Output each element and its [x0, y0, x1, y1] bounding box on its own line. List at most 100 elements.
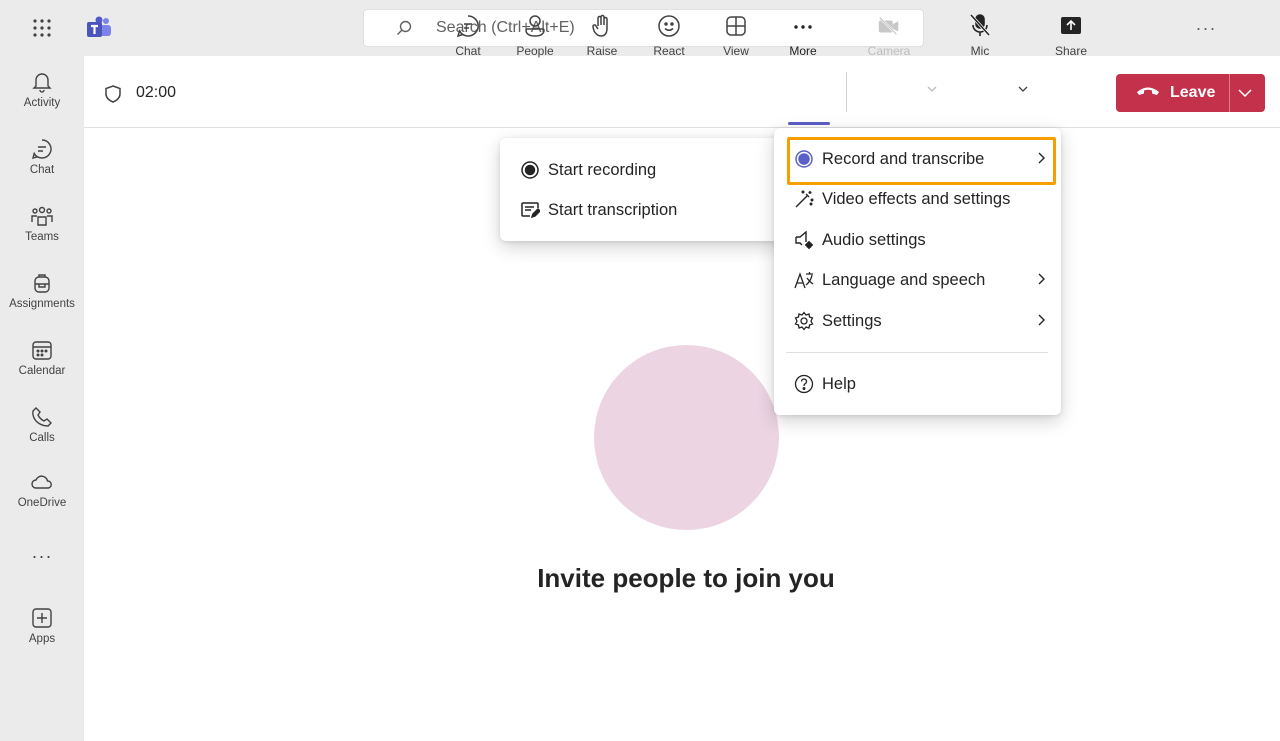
raise-hand-icon [590, 12, 614, 40]
mic-off-icon [968, 12, 992, 40]
menu-item-label: Audio settings [822, 230, 926, 249]
transcript-icon [520, 200, 540, 220]
leave-divider [1229, 74, 1230, 112]
menu-item-label: Start recording [548, 160, 657, 179]
leave-button-label: Leave [1170, 84, 1216, 101]
more-button[interactable]: More [775, 12, 831, 62]
chat-icon [30, 137, 54, 161]
settings-menu-item[interactable]: Settings [794, 301, 1061, 341]
menu-divider [786, 352, 1048, 353]
rail-item-label: Activity [23, 97, 61, 109]
mic-options-chevron-icon[interactable] [1017, 82, 1029, 100]
record-icon [794, 149, 814, 169]
camera-button[interactable]: Camera [861, 12, 917, 62]
record-and-transcribe-menu-item[interactable]: Record and transcribe [794, 139, 1061, 179]
rail-item-label: Calls [29, 432, 55, 444]
start-transcription-menu-item[interactable]: Start transcription [520, 190, 677, 230]
speaker-settings-icon [794, 230, 814, 250]
shield-icon [104, 84, 122, 109]
camera-options-chevron-icon[interactable] [926, 82, 938, 100]
help-icon [794, 374, 814, 394]
chat-icon [456, 12, 480, 40]
more-menu: Record and transcribe Video effects and … [774, 128, 1061, 415]
rail-item-onedrive[interactable]: OneDrive [0, 464, 84, 526]
help-menu-item[interactable]: Help [794, 364, 1061, 404]
menu-item-label: Language and speech [822, 270, 986, 289]
view-button-label: View [723, 44, 749, 58]
camera-button-label: Camera [867, 44, 911, 58]
language-icon [794, 270, 814, 290]
audio-settings-menu-item[interactable]: Audio settings [794, 220, 1061, 260]
rail-item-label: Apps [28, 633, 56, 645]
meeting-timer: 02:00 [136, 84, 177, 101]
start-recording-menu-item[interactable]: Start recording [520, 150, 656, 190]
leave-options-chevron-icon[interactable] [1236, 85, 1254, 106]
menu-item-label: Video effects and settings [822, 189, 1011, 208]
share-button-label: Share [1054, 44, 1088, 58]
raise-button-label: Raise [586, 44, 618, 58]
rail-item-label: Assignments [9, 298, 75, 310]
rail-item-chat[interactable]: Chat [0, 131, 84, 193]
app-launcher-icon[interactable] [28, 14, 56, 42]
language-and-speech-menu-item[interactable]: Language and speech [794, 260, 1061, 300]
rail-item-label: Teams [25, 231, 59, 243]
chevron-right-icon [1035, 151, 1047, 170]
react-button[interactable]: React [641, 12, 697, 62]
gear-icon [794, 311, 814, 331]
search-icon [396, 20, 412, 41]
raise-hand-button[interactable]: Raise [574, 12, 630, 62]
share-screen-icon [1059, 12, 1083, 40]
rail-item-apps[interactable]: Apps [0, 600, 84, 662]
leave-button[interactable]: Leave [1116, 74, 1265, 112]
chat-button[interactable]: Chat [440, 12, 496, 62]
people-button-label: People [516, 44, 554, 58]
chat-button-label: Chat [455, 44, 481, 58]
rail-item-label: Chat [29, 164, 55, 176]
rail-item-calls[interactable]: Calls [0, 399, 84, 461]
record-submenu: Start recording Start transcription [500, 138, 786, 241]
rail-item-teams[interactable]: Teams [0, 198, 84, 260]
video-effects-menu-item[interactable]: Video effects and settings [794, 179, 1061, 219]
camera-off-icon [877, 12, 901, 40]
invite-message: Invite people to join you [537, 563, 835, 593]
rail-item-label: Calendar [18, 365, 66, 377]
teams-logo-icon[interactable] [86, 16, 112, 40]
active-tab-indicator [788, 122, 830, 125]
grid-view-icon [724, 12, 748, 40]
more-horizontal-icon [791, 12, 815, 40]
menu-item-label: Record and transcribe [822, 149, 985, 168]
chevron-right-icon [1035, 272, 1047, 291]
share-button[interactable]: Share [1043, 12, 1099, 62]
people-button[interactable]: People [507, 12, 563, 62]
record-icon [520, 160, 540, 180]
more-options-icon[interactable]: ··· [1190, 14, 1222, 42]
rail-item-assignments[interactable]: Assignments [0, 265, 84, 327]
emoji-icon [657, 12, 681, 40]
app-rail: Activity Chat Teams Assignments Calendar… [0, 56, 84, 741]
teams-icon [30, 204, 54, 228]
meeting-toolbar: 02:00 [84, 56, 1280, 128]
chevron-right-icon [1035, 313, 1047, 332]
toolbar-divider [846, 72, 847, 112]
magic-wand-icon [794, 189, 814, 209]
more-button-label: More [789, 44, 817, 58]
phone-icon [30, 405, 54, 429]
menu-item-label: Settings [822, 311, 882, 330]
people-icon [523, 12, 547, 40]
hang-up-icon [1136, 84, 1160, 102]
rail-item-label: OneDrive [17, 497, 67, 509]
rail-item-calendar[interactable]: Calendar [0, 332, 84, 394]
mic-button[interactable]: Mic [952, 12, 1008, 62]
bell-icon [30, 70, 54, 94]
menu-item-label: Help [822, 374, 856, 393]
rail-item-activity[interactable]: Activity [0, 64, 84, 126]
view-button[interactable]: View [708, 12, 764, 62]
calendar-icon [30, 338, 54, 362]
mic-button-label: Mic [970, 44, 990, 58]
menu-item-label: Start transcription [548, 200, 678, 219]
cloud-icon [30, 470, 54, 494]
add-app-icon [30, 606, 54, 630]
backpack-icon [30, 271, 54, 295]
react-button-label: React [653, 44, 685, 58]
participant-avatar [594, 345, 779, 530]
